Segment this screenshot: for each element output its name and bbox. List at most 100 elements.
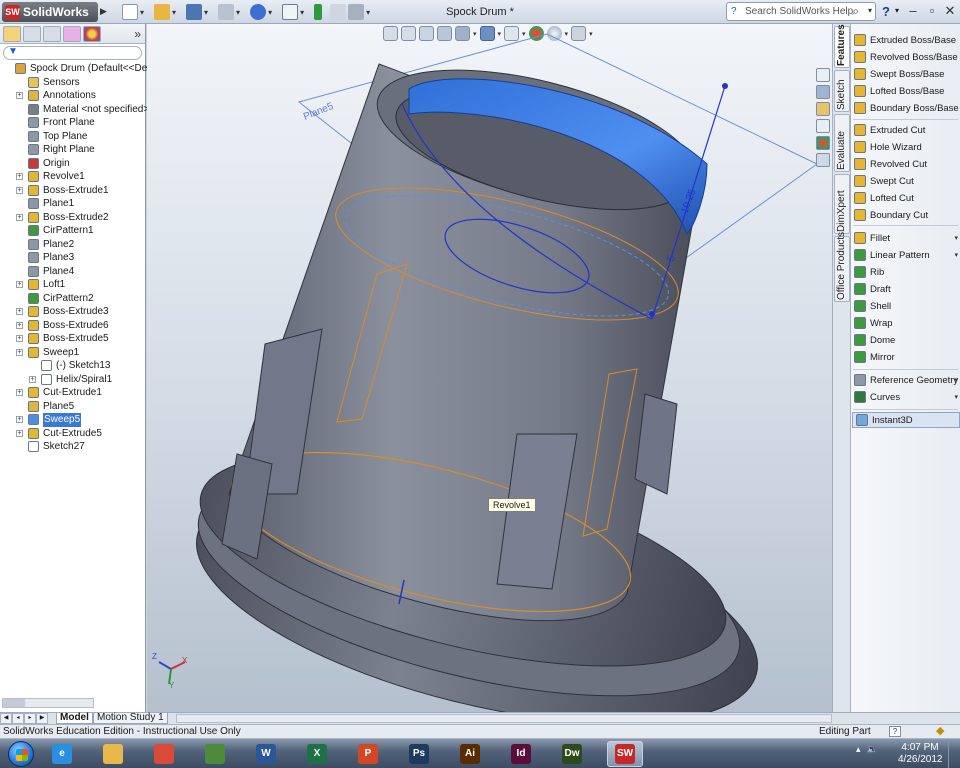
taskbar-app[interactable]: Ps [401, 741, 437, 767]
feature-button[interactable]: Boundary Cut [851, 207, 960, 223]
expand-toggle-icon[interactable]: + [16, 348, 23, 356]
save-icon[interactable] [186, 4, 203, 20]
volume-icon[interactable]: 🔈 [867, 744, 878, 755]
tree-item[interactable]: Plane4 [0, 265, 145, 279]
tree-item[interactable]: Plane5 [0, 400, 145, 414]
tab-model[interactable]: Model [56, 713, 93, 724]
tree-item[interactable]: Spock Drum (Default<<Default [0, 62, 166, 76]
taskbar-app[interactable]: P [350, 741, 386, 767]
help-icon[interactable]: ? [882, 4, 890, 19]
tab-office-products[interactable]: Office Products [834, 232, 850, 302]
tree-item[interactable]: Right Plane [0, 143, 145, 157]
feature-button[interactable]: Fillet ▾ [851, 230, 960, 246]
status-tag-icon[interactable]: ◆ [936, 725, 944, 738]
feature-dropdown-icon[interactable]: ▾ [954, 234, 958, 242]
file-explorer-pane-icon[interactable] [816, 102, 830, 116]
taskbar-app[interactable]: X [299, 741, 335, 767]
taskbar-app[interactable]: W [248, 741, 284, 767]
feature-button[interactable]: Swept Boss/Base [851, 66, 960, 82]
taskbar-app[interactable] [197, 741, 233, 767]
save-dropdown-icon[interactable]: ▾ [204, 8, 208, 17]
tree-item[interactable]: + Helix/Spiral1 [0, 373, 145, 387]
print-icon[interactable] [218, 4, 235, 20]
feature-button[interactable]: Hole Wizard [851, 139, 960, 155]
next-tab-icon[interactable]: ▸ [24, 713, 36, 724]
tree-item[interactable]: + Boss-Extrude5 [0, 332, 145, 346]
tree-item[interactable]: Origin [0, 157, 145, 171]
feature-button[interactable]: Mirror [851, 349, 960, 365]
feature-button[interactable]: Linear Pattern ▾ [851, 247, 960, 263]
viewport-horizontal-scrollbar[interactable] [176, 714, 832, 723]
tab-motion-study-1[interactable]: Motion Study 1 [93, 713, 168, 724]
tree-item[interactable]: + Annotations [0, 89, 145, 103]
feature-manager-tab-icon[interactable] [3, 25, 21, 42]
tab-features[interactable]: Features [834, 24, 850, 68]
more-tabs-icon[interactable]: » [134, 27, 141, 41]
expand-toggle-icon[interactable]: + [16, 213, 23, 221]
home-icon[interactable] [816, 68, 830, 82]
new-document-icon[interactable] [122, 4, 138, 20]
taskbar-app[interactable]: Dw [554, 741, 590, 767]
dimxpert-manager-tab-icon[interactable] [63, 25, 81, 42]
feature-button[interactable]: Wrap [851, 315, 960, 331]
tree-item[interactable]: Top Plane [0, 130, 145, 144]
options-icon[interactable] [348, 4, 365, 20]
feature-button[interactable]: Rib [851, 264, 960, 280]
expand-toggle-icon[interactable]: + [16, 416, 23, 423]
solidworks-logo[interactable]: SW SolidWorks [2, 2, 98, 22]
display-manager-tab-icon[interactable] [83, 25, 101, 42]
view-palette-icon[interactable] [816, 119, 830, 133]
property-manager-tab-icon[interactable] [23, 25, 41, 42]
tree-horizontal-scrollbar[interactable] [2, 698, 94, 708]
undo-icon[interactable] [250, 4, 267, 20]
tree-item[interactable]: Sensors [0, 76, 145, 90]
restore-button[interactable]: ▫ [924, 3, 940, 19]
first-tab-icon[interactable]: ◀ [0, 713, 12, 724]
taskbar-app[interactable] [146, 741, 182, 767]
tree-item[interactable]: + Boss-Extrude2 [0, 211, 145, 225]
feature-button[interactable]: Lofted Boss/Base [851, 83, 960, 99]
close-button[interactable]: ✕ [942, 3, 958, 19]
tree-item[interactable]: CirPattern2 [0, 292, 145, 306]
feature-button[interactable]: Dome [851, 332, 960, 348]
show-desktop-button[interactable] [948, 739, 960, 768]
cad-model-drawing[interactable]: Plane5 10.25 5 [147, 24, 832, 712]
feature-button[interactable]: Curves ▾ [851, 389, 960, 405]
feature-button[interactable]: Extruded Boss/Base [851, 32, 960, 48]
prev-tab-icon[interactable]: ◂ [12, 713, 24, 724]
configuration-manager-tab-icon[interactable] [43, 25, 61, 42]
sweep-endpoint-bottom[interactable] [649, 311, 655, 317]
open-folder-icon[interactable] [154, 4, 171, 20]
help-search-input[interactable]: ? Search SolidWorks Help ⌕ ▾ [726, 2, 876, 21]
feature-button[interactable]: Reference Geometry ▾ [851, 372, 960, 388]
expand-toggle-icon[interactable]: + [29, 375, 36, 383]
design-library-icon[interactable] [816, 85, 830, 99]
scrollbar-thumb[interactable] [3, 699, 25, 707]
taskbar-app[interactable]: Ai [452, 741, 488, 767]
tree-item[interactable]: Front Plane [0, 116, 145, 130]
feature-button[interactable]: Boundary Boss/Base [851, 100, 960, 116]
expand-toggle-icon[interactable]: + [16, 335, 23, 342]
expand-toggle-icon[interactable]: + [16, 92, 23, 99]
expand-toggle-icon[interactable]: + [16, 173, 23, 180]
tree-item[interactable]: Plane1 [0, 197, 145, 211]
tree-item[interactable]: + Boss-Extrude6 [0, 319, 145, 333]
feature-dropdown-icon[interactable]: ▾ [954, 393, 958, 401]
tab-dimxpert[interactable]: DimXpert [834, 174, 850, 234]
new-dropdown-icon[interactable]: ▾ [140, 8, 144, 17]
tray-arrow-icon[interactable]: ▴ [856, 744, 861, 755]
expand-toggle-icon[interactable]: + [16, 389, 23, 396]
expand-toggle-icon[interactable]: + [16, 429, 23, 437]
feature-button[interactable]: Revolved Cut [851, 156, 960, 172]
open-dropdown-icon[interactable]: ▾ [172, 8, 176, 17]
feature-button[interactable]: Draft [851, 281, 960, 297]
feature-button[interactable]: Revolved Boss/Base [851, 49, 960, 65]
tree-item[interactable]: + Cut-Extrude5 [0, 427, 145, 441]
tree-item[interactable]: + Sweep1 [0, 346, 145, 360]
magnifier-icon[interactable]: ⌕ [852, 4, 859, 19]
tree-item[interactable]: + Boss-Extrude3 [0, 305, 145, 319]
taskbar-app[interactable]: SW [607, 741, 643, 767]
appearances-icon[interactable] [816, 136, 830, 150]
taskbar-app[interactable]: Id [503, 741, 539, 767]
tree-filter-input[interactable]: ▼ [3, 46, 142, 60]
